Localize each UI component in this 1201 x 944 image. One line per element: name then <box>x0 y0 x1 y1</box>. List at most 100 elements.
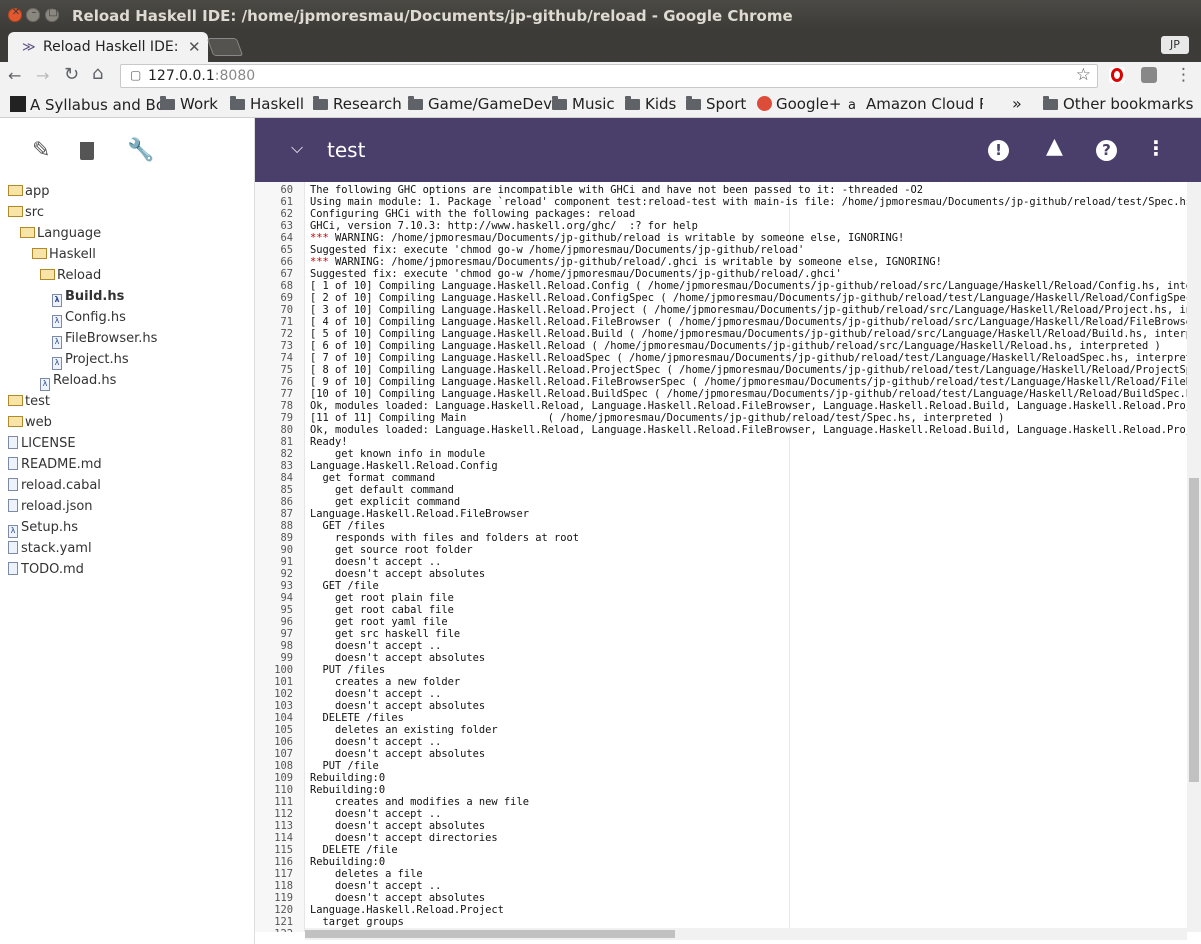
chevron-down-icon[interactable]: ⌵ <box>291 138 303 158</box>
minimize-icon: – <box>31 7 37 18</box>
help-icon[interactable]: ? <box>1096 136 1117 161</box>
bookmark-folder-haskell[interactable]: Haskell <box>230 94 304 114</box>
wrench-icon[interactable]: 🔧 <box>127 138 154 163</box>
folder-icon <box>32 248 47 259</box>
tree-item-label: Reload <box>57 268 102 283</box>
forward-icon[interactable]: → <box>36 66 49 85</box>
bookmark-folder-research[interactable]: Research <box>313 94 402 114</box>
window-minimize-button[interactable]: – <box>26 7 40 22</box>
bookmark-folder-sport[interactable]: Sport <box>686 94 746 114</box>
log-text: doesn't accept absolutes <box>310 892 486 904</box>
maximize-icon: □ <box>48 7 58 18</box>
back-icon[interactable]: ← <box>8 66 21 85</box>
tree-folder[interactable]: test <box>8 392 50 412</box>
tree-file[interactable]: λ FileBrowser.hs <box>52 329 157 349</box>
folder-icon <box>8 395 23 406</box>
tree-file[interactable]: λ Setup.hs <box>8 518 78 538</box>
bookmark-label: Music <box>572 95 615 113</box>
tree-file[interactable]: λ Build.hs <box>52 287 124 307</box>
tree-file[interactable]: λ Config.hs <box>52 308 126 328</box>
log-line: 71 [ 4 of 10] Compiling Language.Haskell.… <box>255 316 1187 328</box>
new-tab-button[interactable] <box>206 38 244 56</box>
scrollbar-thumb[interactable] <box>1189 478 1199 782</box>
log-text: Suggested fix: execute 'chmod go-w /home… <box>310 244 805 256</box>
horizontal-scrollbar[interactable] <box>305 928 1187 940</box>
window-close-button[interactable]: ✕ <box>8 7 22 22</box>
bookmark-star-icon[interactable]: ☆ <box>1076 65 1091 85</box>
tab-reload-ide[interactable]: ≫ Reload Haskell IDE: ✕ <box>8 32 208 62</box>
tree-file[interactable]: README.md <box>8 455 102 475</box>
tree-file[interactable]: stack.yaml <box>8 539 92 559</box>
folder-icon <box>686 96 701 110</box>
tab-close-icon[interactable]: ✕ <box>188 38 201 56</box>
profile-button[interactable]: JP <box>1161 36 1189 54</box>
line-number: 64 <box>280 232 293 244</box>
tree-item-label: web <box>25 415 52 430</box>
address-bar[interactable]: ▢ 127.0.0.1:8080 ☆ <box>120 64 1098 88</box>
tree-file[interactable]: λ Project.hs <box>52 350 129 370</box>
more-icon[interactable]: ⋮ <box>1146 136 1166 160</box>
log-text: doesn't accept absolutes <box>310 820 486 832</box>
bookmarks-overflow-button[interactable]: » <box>1012 94 1022 114</box>
log-line: 112 doesn't accept .. <box>255 808 1187 820</box>
build-output-log[interactable]: 60 The following GHC options are incompat… <box>255 182 1187 932</box>
log-line: 117 deletes a file <box>255 868 1187 880</box>
bookmark-syllabus[interactable]: A Syllabus and Bo <box>10 94 165 114</box>
opera-extension-icon[interactable] <box>1109 67 1125 83</box>
line-number: 77 <box>280 388 293 400</box>
reload-icon[interactable]: ↻ <box>64 64 79 85</box>
log-text: creates and modifies a new file <box>310 796 529 808</box>
line-number: 79 <box>280 412 293 424</box>
tree-file[interactable]: TODO.md <box>8 560 84 580</box>
scrollbar-thumb[interactable] <box>305 930 675 938</box>
tree-folder[interactable]: Language <box>20 224 101 244</box>
log-line: 92 doesn't accept absolutes <box>255 568 1187 580</box>
delete-icon[interactable] <box>80 140 94 163</box>
log-line: 68 [ 1 of 10] Compiling Language.Haskell.… <box>255 280 1187 292</box>
tree-file[interactable]: LICENSE <box>8 434 76 454</box>
bookmark-folder-music[interactable]: Music <box>552 94 615 114</box>
tree-file[interactable]: reload.cabal <box>8 476 101 496</box>
log-text: doesn't accept .. <box>310 688 442 700</box>
line-number: 78 <box>280 400 293 412</box>
chrome-menu-icon[interactable]: ⋮ <box>1175 65 1192 85</box>
warning-icon[interactable]: ▲ <box>1046 134 1063 159</box>
bookmark-amazon-cloud[interactable]: a Amazon Cloud Pl <box>848 94 983 114</box>
log-text: DELETE /file <box>310 844 398 856</box>
line-number: 95 <box>280 604 293 616</box>
tree-file[interactable]: reload.json <box>8 497 93 517</box>
log-line: 89 responds with files and folders at ro… <box>255 532 1187 544</box>
bookmark-folder-gamedev[interactable]: Game/GameDev <box>408 94 552 114</box>
tree-file[interactable]: λ Reload.hs <box>40 371 116 391</box>
edit-icon[interactable]: ✎ <box>32 138 50 163</box>
folder-icon <box>625 96 640 110</box>
line-number: 69 <box>280 292 293 304</box>
log-text: Ok, modules loaded: Language.Haskell.Rel… <box>310 400 1187 412</box>
bookmark-folder-work[interactable]: Work <box>160 94 218 114</box>
line-number: 105 <box>274 724 293 736</box>
line-number: 96 <box>280 616 293 628</box>
tree-folder[interactable]: src <box>8 203 44 223</box>
extension-icon[interactable] <box>1141 67 1157 83</box>
line-number: 97 <box>280 628 293 640</box>
log-text: PUT /files <box>310 664 386 676</box>
tree-folder[interactable]: web <box>8 413 52 433</box>
vertical-scrollbar[interactable] <box>1187 182 1201 932</box>
line-number: 94 <box>280 592 293 604</box>
bookmark-folder-kids[interactable]: Kids <box>625 94 676 114</box>
log-line: 106 doesn't accept .. <box>255 736 1187 748</box>
log-line: 76 [ 9 of 10] Compiling Language.Haskell.… <box>255 376 1187 388</box>
tree-folder[interactable]: Haskell <box>32 245 96 265</box>
home-icon[interactable]: ⌂ <box>92 63 103 84</box>
log-text: get root yaml file <box>310 616 448 628</box>
line-number: 122 <box>255 928 293 932</box>
tree-folder[interactable]: app <box>8 182 49 202</box>
log-line: 86 get explicit command <box>255 496 1187 508</box>
bookmark-google-plus[interactable]: Google+ <box>757 94 841 114</box>
other-bookmarks-folder[interactable]: Other bookmarks <box>1043 94 1193 114</box>
window-maximize-button[interactable]: □ <box>45 7 59 22</box>
tree-folder[interactable]: Reload <box>40 266 101 286</box>
close-icon: ✕ <box>11 7 21 18</box>
error-icon[interactable]: ! <box>988 136 1009 161</box>
line-number: 87 <box>280 508 293 520</box>
